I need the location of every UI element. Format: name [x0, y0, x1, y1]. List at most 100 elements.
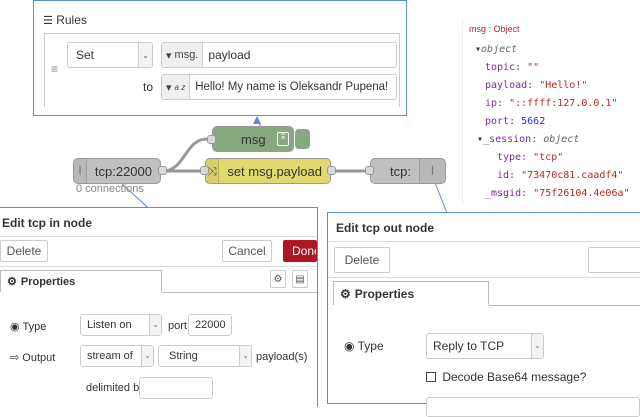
- rules-panel: ☰ Rules ≡ Set ⌄ ▾ msg. payload to ▾ a z …: [33, 0, 407, 116]
- tab-properties-label: Properties: [354, 286, 415, 301]
- rule-target-value: payload: [208, 48, 251, 62]
- tcp-in-dialog: Edit tcp in node Delete Cancel Done ⚙ Pr…: [0, 207, 318, 407]
- delimiter-input[interactable]: [139, 377, 213, 399]
- description-button[interactable]: ▤: [292, 270, 308, 288]
- debug-ip-row: ip: "::ffff:127.0.0.1": [485, 98, 618, 109]
- network-icon: ⦚: [74, 159, 87, 183]
- rule-value-input[interactable]: ▾ a z Hello! My name is Oleksandr Pupena…: [161, 74, 397, 100]
- dialog-toolbar-divider: [0, 266, 317, 267]
- tab-properties[interactable]: ⚙ Properties: [333, 281, 489, 305]
- tcp-out-input-port[interactable]: [365, 166, 374, 175]
- debug-node-label: msg: [241, 131, 266, 147]
- port-label: port: [168, 320, 187, 332]
- rule-value-text: Hello! My name is Oleksandr Pupena!: [195, 81, 389, 93]
- change-node-label: set msg.payload: [227, 163, 322, 179]
- type-label: ◉ Type: [10, 321, 47, 333]
- type-label: ◉ Type: [344, 339, 384, 353]
- document-icon: ▤: [295, 273, 305, 285]
- type-select-value: Reply to TCP: [433, 339, 505, 353]
- rule-to-label: to: [143, 80, 154, 94]
- tab-underline: [162, 292, 317, 293]
- gear-icon: ⚙: [7, 276, 17, 288]
- rule-value-type[interactable]: ▾ a z: [162, 75, 191, 99]
- debug-id-row: id: "73470c81.caadf4": [497, 170, 624, 181]
- output-suffix: payload(s): [256, 351, 308, 363]
- type-select[interactable]: Reply to TCP ⌄: [426, 333, 544, 359]
- tcp-in-node-label: tcp:22000: [94, 163, 152, 179]
- rules-header: ☰ Rules: [43, 13, 87, 27]
- cancel-button[interactable]: Cancel: [222, 240, 272, 262]
- debug-input-port[interactable]: [207, 135, 216, 144]
- output-mode-select[interactable]: stream of ⌄: [80, 345, 154, 367]
- debug-topic-row: topic: "": [485, 62, 540, 73]
- delete-button[interactable]: Delete: [334, 247, 390, 273]
- debug-message-panel: msg : Object ▾object topic: "" payload: …: [462, 18, 640, 204]
- debug-port-row: port: 5662: [485, 116, 546, 127]
- rule-target-type[interactable]: ▾ msg.: [162, 43, 204, 67]
- chevron-down-icon: ⌄: [138, 43, 152, 67]
- delete-button[interactable]: Delete: [0, 240, 48, 262]
- chevron-down-icon: ⌄: [531, 334, 543, 358]
- rule-action-value: Set: [76, 48, 95, 62]
- port-input[interactable]: 22000: [188, 314, 232, 336]
- tab-underline: [489, 305, 640, 306]
- tcp-in-output-port[interactable]: [158, 166, 167, 175]
- change-input-port[interactable]: [200, 166, 209, 175]
- chevron-down-icon: ⌄: [239, 346, 251, 366]
- done-button[interactable]: Done: [283, 240, 317, 262]
- decode-label: Decode Base64 message?: [442, 370, 587, 384]
- output-label: ⇨ Output: [10, 352, 56, 364]
- debug-object-label: object: [481, 44, 518, 55]
- tcp-out-node-label: tcp:: [390, 163, 411, 179]
- tcp-out-dialog: Edit tcp out node Delete ⚙ Properties ◉ …: [327, 212, 640, 417]
- type-select[interactable]: Listen on ⌄: [80, 314, 162, 336]
- rule-target-input[interactable]: ▾ msg. payload: [161, 42, 397, 68]
- tcp-in-dialog-title: Edit tcp in node: [2, 216, 92, 230]
- change-output-port[interactable]: [327, 166, 336, 175]
- network-icon: ⦚: [419, 159, 445, 183]
- rules-title: Rules: [56, 13, 87, 27]
- debug-msg-header: msg : Object: [469, 24, 520, 34]
- tcp-in-status: 0 connections: [76, 183, 144, 195]
- gear-icon: ⚙: [340, 286, 351, 301]
- dialog-toolbar-divider: [328, 277, 640, 278]
- rule-action-select[interactable]: Set ⌄: [67, 42, 153, 68]
- delimited-label: delimited by: [86, 382, 145, 394]
- drag-handle-icon[interactable]: ≡: [51, 62, 58, 76]
- debug-toggle-button[interactable]: [295, 129, 310, 149]
- rule-row: ≡ Set ⌄ ▾ msg. payload to ▾ a z Hello! M…: [44, 33, 400, 107]
- decode-base64-option[interactable]: Decode Base64 message?: [426, 370, 586, 384]
- tcp-out-node[interactable]: tcp: ⦚: [370, 158, 446, 184]
- cancel-button[interactable]: [588, 247, 640, 273]
- output-format-value: String: [169, 350, 198, 362]
- dialog-header-divider: [328, 241, 640, 242]
- output-format-select[interactable]: String ⌄: [158, 345, 252, 367]
- sign-out-icon: ⇨: [10, 352, 20, 364]
- tcp-in-node[interactable]: ⦚ tcp:22000: [73, 158, 161, 184]
- radio-dot-icon: ◉: [10, 321, 20, 333]
- gear-icon: ⚙: [273, 273, 283, 285]
- string-type-icon: a z: [174, 82, 186, 92]
- debug-list-icon: ≡ ≡: [277, 131, 289, 146]
- change-node[interactable]: ⤨ set msg.payload: [205, 158, 331, 184]
- chevron-down-icon: ⌄: [141, 346, 153, 366]
- rule-target-prefix: msg.: [174, 49, 199, 61]
- debug-session-toggle[interactable]: ▾_session: object: [477, 134, 579, 145]
- tab-properties[interactable]: ⚙ Properties: [0, 270, 162, 292]
- debug-type-row: type: "tcp": [497, 152, 564, 163]
- dialog-header-divider: [0, 236, 317, 237]
- port-input-value: 22000: [195, 319, 226, 331]
- debug-node[interactable]: msg ≡ ≡: [212, 126, 294, 152]
- partial-field[interactable]: [426, 397, 640, 417]
- debug-object-toggle[interactable]: ▾object: [475, 44, 517, 55]
- type-select-value: Listen on: [87, 319, 132, 331]
- settings-gear-button[interactable]: ⚙: [270, 270, 286, 288]
- chevron-down-icon: ⌄: [149, 315, 161, 335]
- tab-properties-label: Properties: [20, 275, 76, 288]
- list-icon: ☰: [43, 15, 53, 27]
- output-mode-value: stream of: [87, 350, 133, 362]
- radio-dot-icon: ◉: [344, 339, 355, 353]
- debug-msgid-row: _msgid: "75f26104.4e06a": [485, 188, 630, 199]
- debug-payload-row: payload: "Hello!": [485, 80, 588, 91]
- decode-checkbox[interactable]: [426, 372, 436, 382]
